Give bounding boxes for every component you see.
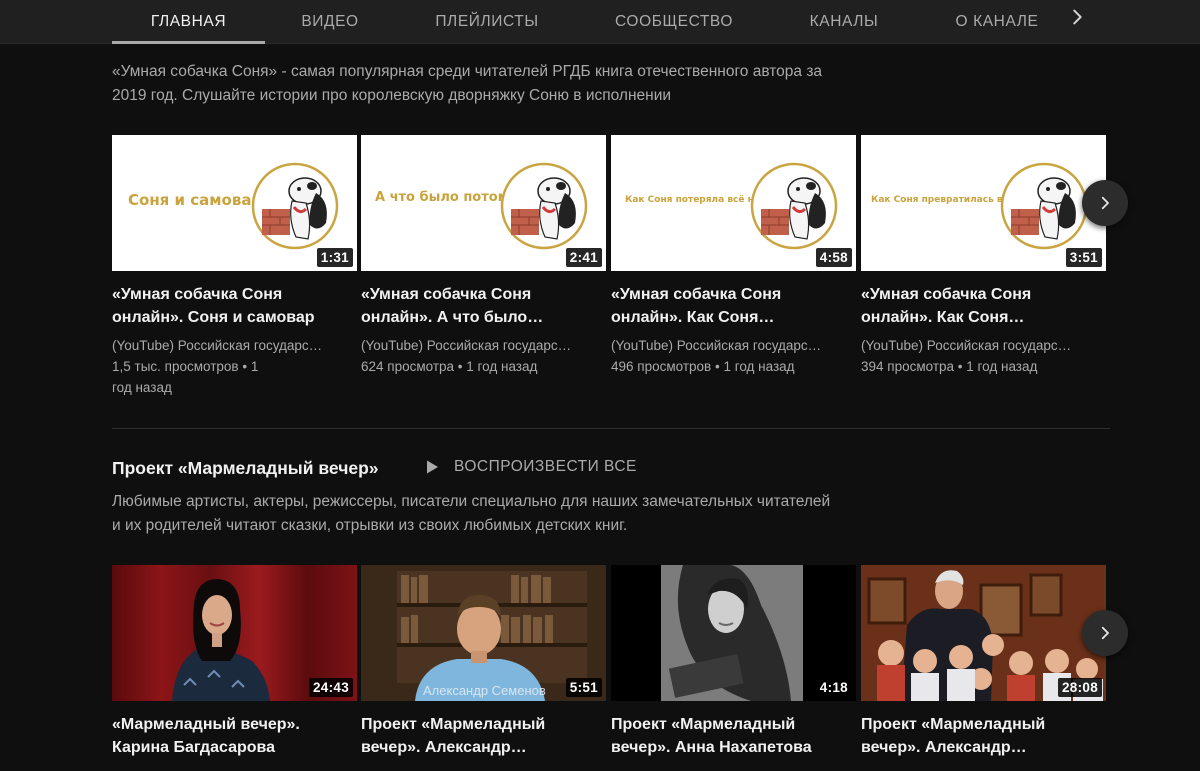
video-thumbnail[interactable]: 28:08 [861, 565, 1106, 701]
video-shelf-marmalade: 24:43 «Мармеладный вечер». Карина Багдас… [112, 565, 1112, 756]
duration-badge: 24:43 [308, 678, 353, 697]
video-card: 4:18 Проект «Мармеладный вечер». Анна На… [611, 565, 856, 759]
tab-community[interactable]: СООБЩЕСТВО [600, 0, 748, 44]
video-thumbnail[interactable]: 4:18 [611, 565, 856, 701]
video-card: Как Соня превратилась в дерево 3:51 «Умн… [861, 135, 1106, 377]
video-title[interactable]: «Умная собачка Соня онлайн». Соня и само… [112, 283, 347, 329]
chevron-right-icon [1101, 626, 1109, 640]
tab-videos[interactable]: ВИДЕО [280, 0, 380, 44]
dog-logo-image [500, 162, 588, 250]
channel-name[interactable]: (YouTube) Российская государственная дет… [861, 338, 1076, 353]
video-title[interactable]: «Умная собачка Соня онлайн». А что было… [361, 283, 596, 329]
duration-badge: 28:08 [1057, 678, 1102, 697]
tab-channels[interactable]: КАНАЛЫ [792, 0, 896, 44]
video-title[interactable]: «Мармеладный вечер». Карина Багдасарова [112, 713, 347, 759]
shelf-next-button[interactable] [1082, 180, 1128, 226]
video-card: Александр Семенов 5:51 Проект «Мармеладн… [361, 565, 606, 759]
video-title[interactable]: «Умная собачка Соня онлайн». Как Соня… [861, 283, 1096, 329]
shelf-title[interactable]: Проект «Мармеладный вечер» [112, 458, 379, 479]
play-all-button[interactable]: ВОСПРОИЗВЕСТИ ВСЕ [424, 458, 637, 476]
video-thumbnail[interactable]: 24:43 [112, 565, 357, 701]
chevron-right-icon[interactable] [1066, 6, 1088, 28]
play-icon [427, 460, 438, 474]
video-meta: 496 просмотров • 1 год назад [611, 359, 795, 374]
video-shelf-sonya: Соня и самовар 1:31 «Умная собачка Соня … [112, 135, 1112, 395]
video-card: Как Соня потеряла всё на свете 4:58 «Умн… [611, 135, 856, 377]
tab-playlists[interactable]: ПЛЕЙЛИСТЫ [418, 0, 556, 44]
video-card: 24:43 «Мармеладный вечер». Карина Багдас… [112, 565, 357, 759]
channel-name[interactable]: (YouTube) Российская государственная дет… [361, 338, 576, 353]
thumbnail-caption: Как Соня потеряла всё на свете [625, 195, 792, 205]
dog-logo-image [251, 162, 339, 250]
video-card: Соня и самовар 1:31 «Умная собачка Соня … [112, 135, 357, 398]
tab-about[interactable]: О КАНАЛЕ [940, 0, 1054, 44]
video-title[interactable]: Проект «Мармеладный вечер». Анна Нахапет… [611, 713, 846, 759]
duration-badge: 4:58 [815, 248, 852, 267]
video-card: 28:08 Проект «Мармеладный вечер». Алекса… [861, 565, 1106, 759]
video-thumbnail[interactable]: Александр Семенов 5:51 [361, 565, 606, 701]
video-title[interactable]: Проект «Мармеладный вечер». Александр… [861, 713, 1096, 759]
dog-logo-image [750, 162, 838, 250]
section-divider [112, 428, 1110, 429]
chevron-right-icon [1101, 196, 1109, 210]
video-title[interactable]: Проект «Мармеладный вечер». Александр… [361, 713, 596, 759]
duration-badge: 5:51 [565, 678, 602, 697]
shelf-description: «Умная собачка Соня» - самая популярная … [112, 63, 823, 104]
shelf-next-button[interactable] [1082, 610, 1128, 656]
tab-home[interactable]: ГЛАВНАЯ [112, 0, 265, 44]
duration-badge: 1:31 [316, 248, 353, 267]
video-thumbnail[interactable]: А что было потом? 2:41 [361, 135, 606, 271]
duration-badge: 4:18 [815, 678, 852, 697]
duration-badge: 3:51 [1065, 248, 1102, 267]
dog-logo-image [1000, 162, 1088, 250]
duration-badge: 2:41 [565, 248, 602, 267]
video-title[interactable]: «Умная собачка Соня онлайн». Как Соня… [611, 283, 846, 329]
play-all-label: ВОСПРОИЗВЕСТИ ВСЕ [454, 458, 637, 475]
video-thumbnail[interactable]: Как Соня потеряла всё на свете 4:58 [611, 135, 856, 271]
video-card: А что было потом? 2:41 «Умная собачка Со… [361, 135, 606, 377]
channel-tab-bar: ГЛАВНАЯ ВИДЕО ПЛЕЙЛИСТЫ СООБЩЕСТВО КАНАЛ… [0, 0, 1200, 44]
video-overlay-caption: Александр Семенов [423, 683, 546, 698]
channel-name[interactable]: (YouTube) Российская государственная дет… [112, 338, 327, 353]
channel-name[interactable]: (YouTube) Российская государственная дет… [611, 338, 826, 353]
shelf-description: Любимые артисты, актеры, режиссеры, писа… [112, 493, 831, 534]
thumbnail-caption: Соня и самовар [128, 191, 263, 209]
thumbnail-caption: Как Соня превратилась в дерево [871, 195, 1044, 205]
video-meta: 394 просмотра • 1 год назад [861, 359, 1038, 374]
thumbnail-caption: А что было потом? [375, 190, 516, 205]
active-tab-indicator [112, 41, 265, 44]
video-meta: 624 просмотра • 1 год назад [361, 359, 538, 374]
video-meta: 1,5 тыс. просмотров • 1 год назад [112, 359, 259, 395]
video-thumbnail[interactable]: Соня и самовар 1:31 [112, 135, 357, 271]
video-thumbnail[interactable]: Как Соня превратилась в дерево 3:51 [861, 135, 1106, 271]
